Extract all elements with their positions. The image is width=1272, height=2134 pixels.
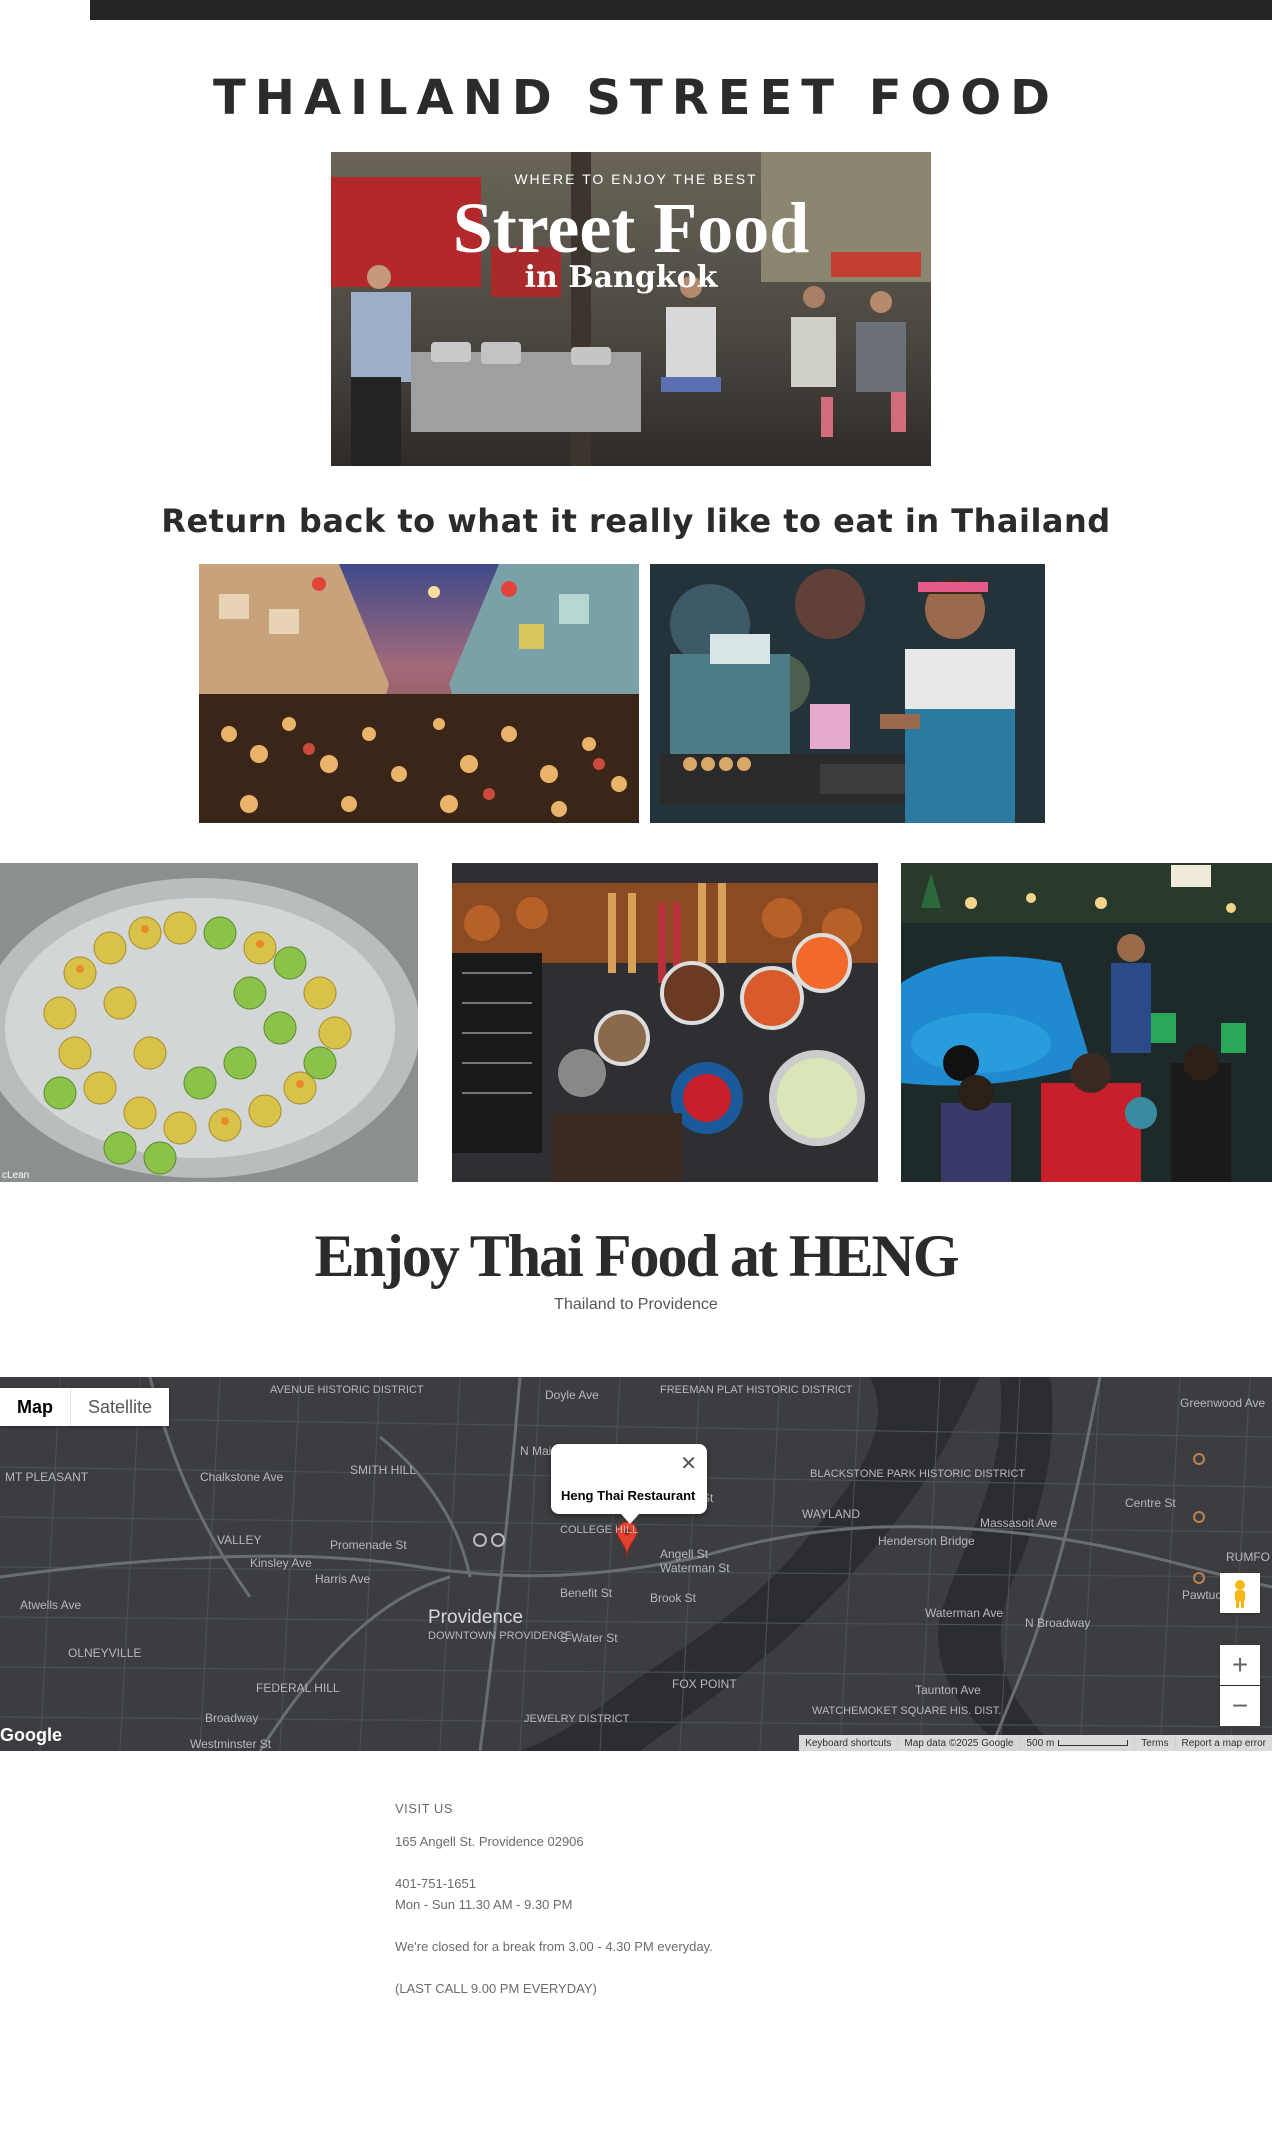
map-label: Promenade St	[330, 1538, 407, 1552]
map-label: MT PLEASANT	[5, 1470, 89, 1484]
map-label: S Water St	[560, 1631, 618, 1645]
info-window-title: Heng Thai Restaurant	[561, 1488, 696, 1503]
map-label: Doyle Ave	[545, 1388, 599, 1402]
visit-us-section: VISIT US 165 Angell St. Providence 02906…	[395, 1798, 713, 1999]
break-note: We're closed for a break from 3.00 - 4.3…	[395, 1939, 713, 1954]
map-type-control: Map Satellite	[0, 1388, 170, 1426]
map-data-label: Map data ©2025 Google	[897, 1737, 1019, 1749]
restaurant-title: Enjoy Thai Food at HENG	[314, 1223, 959, 1289]
map-label: Henderson Bridge	[878, 1534, 975, 1548]
map-type-map-button[interactable]: Map	[0, 1388, 71, 1426]
scale-control[interactable]: 500 m	[1019, 1737, 1134, 1749]
grilled-skewers-photo	[452, 863, 878, 1182]
zoom-out-button[interactable]: −	[1220, 1686, 1260, 1726]
map-label: Chalkstone Ave	[200, 1470, 283, 1484]
map-label: Broadway	[205, 1711, 258, 1725]
map-label: N Broadway	[1025, 1616, 1090, 1630]
hero-title: Street Food	[453, 188, 810, 268]
map-label: COLLEGE HILL	[560, 1524, 638, 1536]
tagline: Return back to what it really like to ea…	[161, 502, 1111, 540]
vendor-cooking-photo	[650, 564, 1045, 823]
address: 165 Angell St. Providence 02906	[395, 1834, 584, 1849]
zoom-in-button[interactable]: +	[1220, 1645, 1260, 1685]
map-label: FEDERAL HILL	[256, 1681, 340, 1695]
hero-sub: in Bangkok	[525, 260, 719, 295]
scale-label: 500 m	[1026, 1737, 1055, 1749]
map-canvas[interactable]: AVENUE HISTORIC DISTRICT Doyle Ave FREEM…	[0, 1377, 1272, 1751]
last-call: (LAST CALL 9.00 PM EVERYDAY)	[395, 1981, 597, 1996]
google-map[interactable]: AVENUE HISTORIC DISTRICT Doyle Ave FREEM…	[0, 1377, 1272, 1751]
phone: 401-751-1651	[395, 1876, 476, 1891]
map-label: Centre St	[1125, 1496, 1176, 1510]
map-label: Providence	[428, 1607, 523, 1628]
keyboard-shortcuts-link[interactable]: Keyboard shortcuts	[799, 1738, 897, 1749]
map-label: Harris Ave	[315, 1572, 370, 1586]
map-label: WATCHEMOKET SQUARE HIS. DIST.	[812, 1705, 1001, 1717]
google-logo[interactable]: Google	[0, 1725, 62, 1746]
map-label: Waterman St	[660, 1561, 730, 1575]
map-label: Kinsley Ave	[250, 1556, 312, 1570]
map-label: FOX POINT	[672, 1677, 737, 1691]
map-label: SMITH HILL	[350, 1463, 416, 1477]
dumplings-steamer-photo: cLean	[0, 863, 418, 1182]
opening-hours: Mon - Sun 11.30 AM - 9.30 PM	[395, 1897, 573, 1912]
map-label: DOWNTOWN PROVIDENCE	[428, 1630, 572, 1642]
night-market-street-photo	[199, 564, 639, 823]
map-label: WAYLAND	[802, 1507, 860, 1521]
map-label: Angell St	[660, 1547, 709, 1561]
map-label: BLACKSTONE PARK HISTORIC DISTRICT	[810, 1468, 1025, 1480]
hero-kicker: WHERE TO ENJOY THE BEST	[514, 171, 757, 187]
close-icon[interactable]: ✕	[680, 1454, 697, 1474]
map-label: Westminster St	[190, 1737, 272, 1751]
street-dining-photo	[901, 863, 1272, 1182]
map-label: Waterman Ave	[925, 1606, 1003, 1620]
terms-link[interactable]: Terms	[1134, 1737, 1174, 1749]
map-label: OLNEYVILLE	[68, 1646, 141, 1660]
map-attribution: Keyboard shortcuts Map data ©2025 Google…	[799, 1735, 1272, 1751]
info-window[interactable]: ✕ Heng Thai Restaurant	[551, 1444, 707, 1524]
map-label: Atwells Ave	[20, 1598, 81, 1612]
scale-bar	[1058, 1739, 1129, 1746]
map-label: FREEMAN PLAT HISTORIC DISTRICT	[660, 1384, 853, 1396]
page-title: THAILAND STREET FOOD	[213, 70, 1059, 126]
top-bar	[90, 0, 1272, 20]
map-label: Massasoit Ave	[980, 1516, 1057, 1530]
pegman-icon[interactable]	[1220, 1573, 1260, 1613]
map-label: Brook St	[650, 1591, 697, 1605]
map-type-satellite-button[interactable]: Satellite	[71, 1388, 169, 1426]
map-label: Taunton Ave	[915, 1683, 981, 1697]
map-label: RUMFO	[1226, 1550, 1270, 1564]
map-label: VALLEY	[217, 1533, 261, 1547]
map-label: Greenwood Ave	[1180, 1396, 1265, 1410]
photo-credit: cLean	[2, 1170, 29, 1181]
map-label: AVENUE HISTORIC DISTRICT	[270, 1384, 424, 1396]
map-label: JEWELRY DISTRICT	[524, 1713, 630, 1725]
restaurant-subtitle: Thailand to Providence	[554, 1296, 718, 1313]
hero-street-food-image: WHERE TO ENJOY THE BEST Street Food in B…	[331, 152, 931, 466]
report-error-link[interactable]: Report a map error	[1174, 1737, 1272, 1749]
visit-heading: VISIT US	[395, 1801, 453, 1816]
map-label: Benefit St	[560, 1586, 613, 1600]
